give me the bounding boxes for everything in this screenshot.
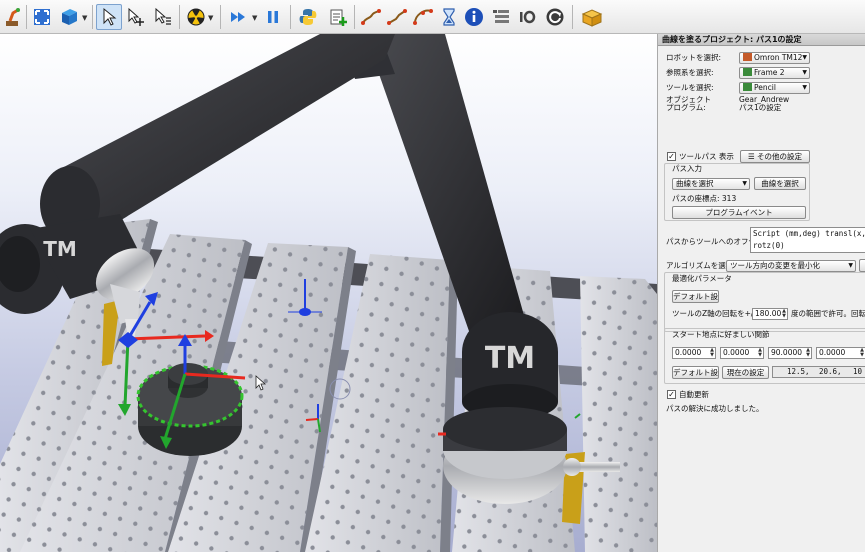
perforated-plate-6 bbox=[580, 276, 657, 552]
pause-hourglass-icon[interactable] bbox=[436, 4, 462, 30]
robot-left-logo: TM bbox=[43, 237, 77, 261]
select-curve-button[interactable]: 曲線を選択 bbox=[754, 177, 806, 190]
box-view-icon[interactable] bbox=[56, 4, 82, 30]
auto-update-checkbox[interactable]: ✓ bbox=[667, 390, 676, 399]
joint-1-value: 0.0000 bbox=[675, 348, 702, 357]
robot-small-icon bbox=[743, 53, 752, 61]
path-input-select[interactable]: 曲線を選択 ▼ bbox=[672, 178, 750, 190]
robot-icon[interactable] bbox=[0, 4, 26, 30]
auto-update-label: 自動更新 bbox=[679, 390, 709, 399]
joint-readout-1: 12.5, bbox=[787, 367, 810, 376]
tool-select-label: ツールを選択: bbox=[666, 83, 714, 92]
spin-arrows-icon[interactable]: ▲ ▼ bbox=[758, 348, 762, 358]
refresh-icon[interactable] bbox=[542, 4, 568, 30]
radiation-icon[interactable] bbox=[183, 4, 209, 30]
toolpath-show-label: ツールパス 表示 bbox=[679, 152, 734, 161]
radiation-dropdown-icon[interactable]: ▼ bbox=[208, 14, 213, 22]
status-text: パスの解決に成功しました。 bbox=[666, 404, 764, 413]
io-icon[interactable] bbox=[514, 4, 540, 30]
circular-move-icon[interactable] bbox=[410, 4, 436, 30]
path-input-label: パス入力 bbox=[672, 164, 702, 173]
optimization-params-label: 最適化パラメータ bbox=[672, 274, 732, 283]
path-points-text: パスの座標点: 313 bbox=[672, 194, 737, 203]
move-target-icon[interactable] bbox=[150, 4, 176, 30]
frame-select-label: 参照系を選択: bbox=[666, 68, 714, 77]
tool-select[interactable]: Pencil ▼ bbox=[739, 82, 810, 94]
spin-arrows-icon[interactable]: ▲ ▼ bbox=[710, 348, 714, 358]
frame-select-value: Frame 2 bbox=[754, 68, 785, 77]
offset-line-2: rotz(0) bbox=[753, 241, 785, 250]
other-settings-button[interactable]: ☰ その他の設定 bbox=[740, 150, 810, 163]
joint-2-value: 0.0000 bbox=[723, 348, 750, 357]
package-icon[interactable] bbox=[579, 4, 605, 30]
add-program-icon[interactable] bbox=[325, 4, 351, 30]
algorithm-select[interactable]: ツール方向の変更を最小化 ▼ bbox=[726, 260, 856, 272]
pencil-small-icon bbox=[743, 83, 752, 91]
linear-move-icon[interactable] bbox=[384, 4, 410, 30]
panel-title: 曲線を塗るプロジェクト: パス1の設定 bbox=[658, 34, 865, 46]
joint-3-input[interactable]: 90.0000 ▲ ▼ bbox=[768, 347, 812, 359]
fit-view-icon[interactable] bbox=[29, 4, 55, 30]
z-rotation-suffix: 度の範囲で許可。回転 bbox=[791, 309, 865, 318]
chevron-down-icon: ▼ bbox=[802, 69, 807, 76]
joint-4-value: 0.0000 bbox=[819, 348, 846, 357]
default-settings-button-2[interactable]: デフォルト設定 bbox=[672, 366, 719, 379]
program-value: パス1の設定 bbox=[739, 103, 782, 112]
z-rotation-input[interactable]: 180.00 ▲ ▼ bbox=[752, 308, 788, 320]
joint-readout-3: 10 bbox=[853, 367, 863, 376]
robot-select[interactable]: Omron TM12 ▼ bbox=[739, 52, 810, 64]
z-rotation-value: 180.00 bbox=[755, 309, 782, 318]
3d-viewport[interactable]: TM TM bbox=[0, 34, 657, 552]
robot-select-label: ロボットを選択: bbox=[666, 53, 722, 62]
spin-arrows-icon[interactable]: ▲ ▼ bbox=[782, 309, 786, 319]
frame-select[interactable]: Frame 2 ▼ bbox=[739, 67, 810, 79]
algorithm-extra-button[interactable] bbox=[859, 259, 865, 272]
chevron-down-icon: ▼ bbox=[802, 54, 807, 61]
view-dropdown-icon[interactable]: ▼ bbox=[82, 14, 87, 22]
other-settings-button-label: その他の設定 bbox=[757, 152, 803, 161]
joint-readout-field: 12.5, 20.6, 10 bbox=[772, 366, 865, 378]
joint-readout-2: 20.6, bbox=[819, 367, 842, 376]
green-axis-marker bbox=[574, 413, 581, 419]
path-input-value: 曲線を選択 bbox=[676, 179, 714, 188]
select-arrow-icon[interactable] bbox=[96, 4, 122, 30]
spin-arrows-icon[interactable]: ▲ ▼ bbox=[806, 348, 810, 358]
z-rotation-label: ツールのZ軸の回転を+/- bbox=[672, 309, 757, 318]
offset-script-field[interactable]: Script (mm,deg) transl(x,y rotz(0) bbox=[750, 227, 865, 253]
robot-right-logo: TM bbox=[485, 341, 535, 376]
joint-3-value: 90.0000 bbox=[771, 348, 803, 357]
python-icon[interactable] bbox=[295, 4, 321, 30]
run-dropdown-icon[interactable]: ▼ bbox=[252, 14, 257, 22]
path-settings-panel: 曲線を塗るプロジェクト: パス1の設定 ロボットを選択: Omron TM12 ▼… bbox=[657, 34, 865, 552]
spin-arrows-icon[interactable]: ▲ ▼ bbox=[860, 348, 864, 358]
start-joints-label: スタート地点に好ましい関節 bbox=[672, 330, 770, 339]
toolpath-show-checkbox[interactable]: ✓ bbox=[667, 152, 676, 161]
program-list-icon[interactable] bbox=[488, 4, 514, 30]
algorithm-value: ツール方向の変更を最小化 bbox=[730, 261, 820, 270]
tool-select-value: Pencil bbox=[754, 83, 776, 92]
current-settings-button[interactable]: 現在の設定 bbox=[722, 366, 769, 379]
run-program-icon[interactable] bbox=[226, 4, 252, 30]
joint-move-icon[interactable] bbox=[358, 4, 384, 30]
joint-1-input[interactable]: 0.0000 ▲ ▼ bbox=[672, 347, 716, 359]
add-target-icon[interactable] bbox=[123, 4, 149, 30]
joint-2-input[interactable]: 0.0000 ▲ ▼ bbox=[720, 347, 764, 359]
station-scene: TM TM bbox=[0, 34, 657, 552]
chevron-down-icon: ▼ bbox=[848, 262, 853, 269]
joint-4-input[interactable]: 0.0000 ▲ ▼ bbox=[816, 347, 865, 359]
program-label: プログラム: bbox=[666, 103, 706, 112]
pause-icon[interactable] bbox=[260, 4, 286, 30]
offset-line-1: Script (mm,deg) transl(x,y bbox=[753, 229, 865, 238]
program-events-button[interactable]: プログラムイベント bbox=[672, 206, 806, 219]
chevron-down-icon: ▼ bbox=[802, 84, 807, 91]
default-settings-button[interactable]: デフォルト設定 bbox=[672, 290, 719, 303]
frame-small-icon bbox=[743, 68, 752, 76]
menu-icon: ☰ bbox=[747, 152, 758, 161]
robot-select-value: Omron TM12 bbox=[754, 53, 803, 62]
info-icon[interactable] bbox=[461, 4, 487, 30]
chevron-down-icon: ▼ bbox=[742, 180, 747, 187]
main-toolbar: ▼ ▼ ▼ bbox=[0, 0, 865, 34]
